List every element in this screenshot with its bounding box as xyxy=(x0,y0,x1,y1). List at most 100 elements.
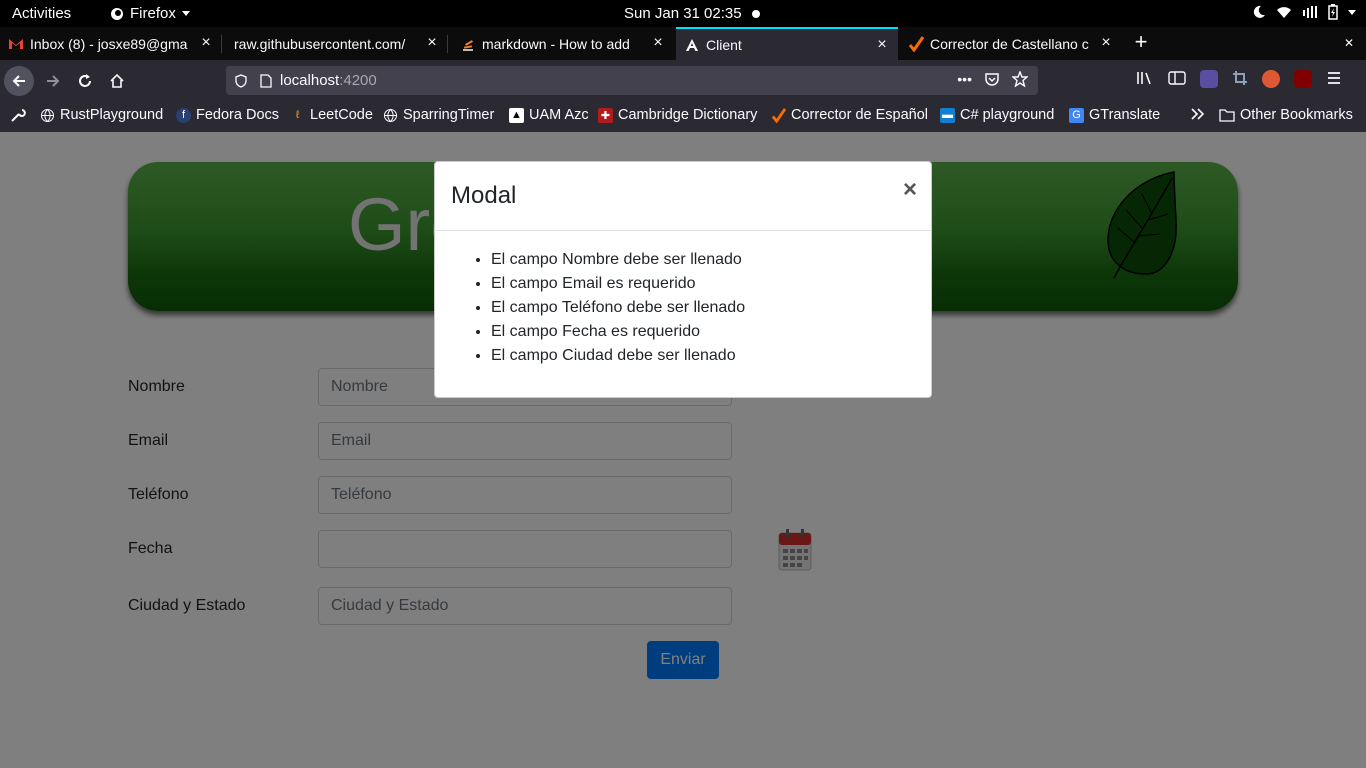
new-tab-button[interactable]: + xyxy=(1130,31,1152,55)
bookmark-gtranslate[interactable]: G GTranslate xyxy=(1069,107,1160,123)
close-tab-icon[interactable]: × xyxy=(874,37,890,53)
bookmark-sparringtimer[interactable]: SparringTimer xyxy=(383,107,494,123)
page-actions-icon[interactable]: ••• xyxy=(957,71,972,87)
validation-modal: Modal × El campo Nombre debe ser llenado… xyxy=(434,161,932,398)
bookmark-label: Fedora Docs xyxy=(196,107,280,123)
firefox-icon xyxy=(111,7,123,20)
tab-raw-github[interactable]: raw.githubusercontent.com/ × xyxy=(226,27,448,60)
sidebar-icon[interactable] xyxy=(1168,70,1186,86)
bookmark-rustplayground[interactable]: RustPlayground xyxy=(40,107,163,123)
forward-button[interactable] xyxy=(38,66,68,96)
chevron-down-icon xyxy=(181,11,190,16)
globe-icon xyxy=(383,108,398,123)
bookmark-csharp-playground[interactable]: ▬ C# playground xyxy=(940,107,1054,123)
crop-icon[interactable] xyxy=(1232,70,1248,86)
shield-icon xyxy=(235,73,247,88)
bookmark-label: UAM Azc xyxy=(529,107,589,123)
list-item: El campo Ciudad debe ser llenado xyxy=(491,344,931,368)
error-list: El campo Nombre debe ser llenado El camp… xyxy=(491,248,931,368)
arrow-right-icon xyxy=(47,75,60,87)
gtranslate-icon: G xyxy=(1069,107,1084,123)
stackoverflow-icon xyxy=(460,36,476,52)
bookmarks-toolbar: RustPlayground f Fedora Docs ℓ LeetCode … xyxy=(0,100,1366,132)
pocket-icon[interactable] xyxy=(984,71,1000,87)
close-tab-icon[interactable]: × xyxy=(198,35,214,51)
bookmark-uam-azc[interactable]: ▲ UAM Azc xyxy=(509,107,589,123)
gmail-icon xyxy=(8,36,24,52)
bookmark-label: C# playground xyxy=(960,107,1055,123)
system-tray[interactable] xyxy=(1252,4,1356,20)
tab-separator xyxy=(447,35,448,53)
globe-icon xyxy=(40,108,55,123)
modal-body: El campo Nombre debe ser llenado El camp… xyxy=(435,248,931,368)
close-icon[interactable]: × xyxy=(903,178,917,202)
url-port: :4200 xyxy=(339,72,377,89)
bookmark-cambridge-dictionary[interactable]: ✚ Cambridge Dictionary xyxy=(598,107,757,123)
bookmark-label: RustPlayground xyxy=(60,107,164,123)
tab-markdown[interactable]: markdown - How to add × xyxy=(452,27,674,60)
library-icon[interactable] xyxy=(1136,70,1154,86)
wifi-icon xyxy=(1277,7,1291,18)
tab-corrector[interactable]: Corrector de Castellano c × xyxy=(900,27,1122,60)
list-item: El campo Fecha es requerido xyxy=(491,320,931,344)
list-all-tabs-icon[interactable]: ✕ xyxy=(1344,36,1354,50)
modal-title: Modal xyxy=(451,182,517,209)
page-content: Gre Nombre Nombre Email Email Teléfono T… xyxy=(0,132,1366,768)
bookmark-label: SparringTimer xyxy=(403,107,495,123)
clock-label: Sun Jan 31 02:35 xyxy=(624,5,742,22)
tab-client[interactable]: Client × xyxy=(676,27,898,60)
bookmark-label: Cambridge Dictionary xyxy=(618,107,758,123)
app-menu[interactable]: Firefox xyxy=(110,5,190,22)
home-icon xyxy=(110,73,124,88)
bookmarks-manage-icon[interactable] xyxy=(10,107,26,123)
list-item: El campo Email es requerido xyxy=(491,272,931,296)
folder-icon xyxy=(1219,109,1235,122)
page-icon xyxy=(260,73,272,88)
back-button[interactable] xyxy=(4,66,34,96)
notification-dot-icon xyxy=(751,9,760,18)
modal-header: Modal × xyxy=(435,162,931,231)
nav-bar: localhost:4200 ••• xyxy=(0,60,1366,100)
bookmarks-overflow-icon[interactable] xyxy=(1190,107,1206,121)
system-top-bar: Activities Firefox Sun Jan 31 02:35 xyxy=(0,0,1366,27)
url-bar[interactable]: localhost:4200 ••• xyxy=(226,66,1038,95)
uam-icon: ▲ xyxy=(509,107,524,123)
home-button[interactable] xyxy=(102,66,132,96)
arrow-left-icon xyxy=(12,75,25,87)
tab-title: Inbox (8) - josxe89@gma xyxy=(30,35,188,52)
ublock-origin-icon[interactable] xyxy=(1294,70,1312,88)
bookmark-label: GTranslate xyxy=(1089,107,1161,123)
volume-icon xyxy=(1303,6,1317,18)
activities-button[interactable]: Activities xyxy=(12,5,71,22)
reload-button[interactable] xyxy=(70,66,100,96)
hamburger-menu-icon[interactable] xyxy=(1326,70,1342,86)
bookmark-star-icon[interactable] xyxy=(1012,71,1028,87)
extension-avatar-icon[interactable] xyxy=(1200,70,1218,88)
list-item: El campo Nombre debe ser llenado xyxy=(491,248,931,272)
bookmark-label: Corrector de Español xyxy=(791,107,929,123)
close-tab-icon[interactable]: × xyxy=(650,35,666,51)
checkmark-icon xyxy=(771,107,786,123)
bookmark-label: LeetCode xyxy=(310,107,373,123)
app-menu-label: Firefox xyxy=(130,5,176,22)
reload-icon xyxy=(79,74,91,87)
clock[interactable]: Sun Jan 31 02:35 xyxy=(624,5,760,22)
duckduckgo-icon[interactable] xyxy=(1262,70,1280,88)
tab-title: raw.githubusercontent.com/ xyxy=(234,35,406,52)
cambridge-icon: ✚ xyxy=(598,107,613,123)
bookmark-corrector-espanol[interactable]: Corrector de Español xyxy=(771,107,928,123)
tab-inbox[interactable]: Inbox (8) - josxe89@gma × xyxy=(0,27,222,60)
csharp-icon: ▬ xyxy=(940,107,955,123)
fedora-icon: f xyxy=(176,107,191,123)
bookmark-leetcode[interactable]: ℓ LeetCode xyxy=(290,107,373,123)
bookmark-fedora-docs[interactable]: f Fedora Docs xyxy=(176,107,279,123)
close-tab-icon[interactable]: × xyxy=(1098,35,1114,51)
close-tab-icon[interactable]: × xyxy=(424,35,440,51)
tab-separator xyxy=(221,35,222,53)
tab-strip: Inbox (8) - josxe89@gma × raw.githubuser… xyxy=(0,27,1366,60)
angular-icon xyxy=(684,37,700,53)
list-item: El campo Teléfono debe ser llenado xyxy=(491,296,931,320)
url-host: localhost xyxy=(280,72,340,89)
other-bookmarks[interactable]: Other Bookmarks xyxy=(1219,107,1353,123)
night-light-icon xyxy=(1253,5,1265,18)
